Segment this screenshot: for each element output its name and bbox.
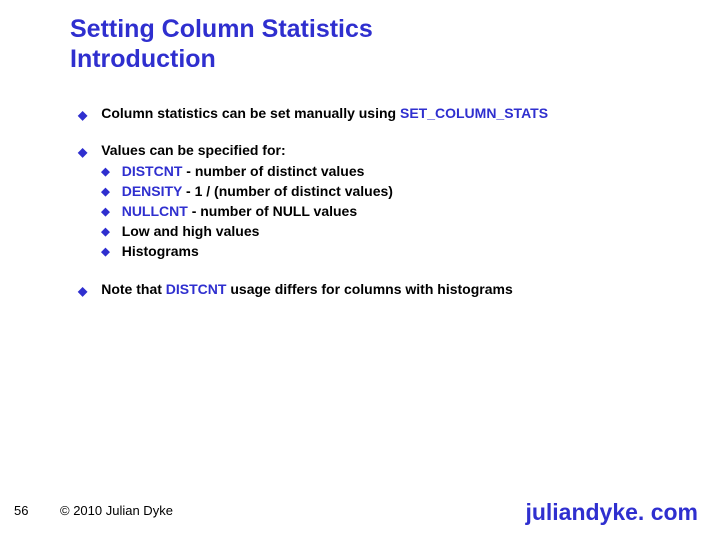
diamond-bullet-icon: ◆ xyxy=(78,144,87,160)
site-url: juliandyke. com xyxy=(525,499,698,526)
subbullet-3-text: NULLCNT - number of NULL values xyxy=(122,202,357,221)
diamond-bullet-icon: ◆ xyxy=(78,107,87,123)
bullet-3: ◆ Note that DISTCNT usage differs for co… xyxy=(78,280,678,299)
subbullet-2-keyword: DENSITY xyxy=(122,183,182,199)
subbullet-4-text: Low and high values xyxy=(122,222,260,241)
bullet-1: ◆ Column statistics can be set manually … xyxy=(78,104,678,123)
subbullet-2: ◆ DENSITY - 1 / (number of distinct valu… xyxy=(101,182,678,201)
bullet-1-text: Column statistics can be set manually us… xyxy=(101,104,678,123)
slide-title: Setting Column Statistics Introduction xyxy=(70,14,373,74)
bullet-3-pre: Note that xyxy=(101,281,166,297)
diamond-bullet-icon: ◆ xyxy=(101,225,109,240)
subbullet-5-text: Histograms xyxy=(122,242,199,261)
copyright-text: © 2010 Julian Dyke xyxy=(60,503,173,518)
bullet-3-keyword: DISTCNT xyxy=(166,281,227,297)
bullet-2: ◆ Values can be specified for: ◆ DISTCNT… xyxy=(78,141,678,261)
subbullet-1-text: DISTCNT - number of distinct values xyxy=(122,162,365,181)
title-line-2: Introduction xyxy=(70,45,216,73)
diamond-bullet-icon: ◆ xyxy=(101,165,109,180)
subbullet-5: ◆ Histograms xyxy=(101,242,678,261)
subbullet-1: ◆ DISTCNT - number of distinct values xyxy=(101,162,678,181)
subbullet-4: ◆ Low and high values xyxy=(101,222,678,241)
bullet-1-keyword: SET_COLUMN_STATS xyxy=(400,105,548,121)
bullet-2-sublist: ◆ DISTCNT - number of distinct values ◆ … xyxy=(101,162,678,260)
subbullet-2-rest: - 1 / (number of distinct values) xyxy=(182,183,393,199)
bullet-2-lead: Values can be specified for: xyxy=(101,142,285,158)
subbullet-3-rest: - number of NULL values xyxy=(188,203,357,219)
bullet-3-text: Note that DISTCNT usage differs for colu… xyxy=(101,280,678,299)
subbullet-3-keyword: NULLCNT xyxy=(122,203,188,219)
diamond-bullet-icon: ◆ xyxy=(101,205,109,220)
subbullet-2-text: DENSITY - 1 / (number of distinct values… xyxy=(122,182,393,201)
diamond-bullet-icon: ◆ xyxy=(78,283,87,299)
slide: Setting Column Statistics Introduction ◆… xyxy=(0,0,720,540)
diamond-bullet-icon: ◆ xyxy=(101,185,109,200)
subbullet-1-keyword: DISTCNT xyxy=(122,163,183,179)
subbullet-1-rest: - number of distinct values xyxy=(182,163,364,179)
title-line-1: Setting Column Statistics xyxy=(70,15,373,43)
page-number: 56 xyxy=(14,503,28,518)
bullet-1-pre: Column statistics can be set manually us… xyxy=(101,105,400,121)
diamond-bullet-icon: ◆ xyxy=(101,245,109,260)
bullet-3-post: usage differs for columns with histogram… xyxy=(226,281,512,297)
slide-body: ◆ Column statistics can be set manually … xyxy=(78,104,678,317)
subbullet-3: ◆ NULLCNT - number of NULL values xyxy=(101,202,678,221)
bullet-2-block: Values can be specified for: ◆ DISTCNT -… xyxy=(101,141,678,261)
